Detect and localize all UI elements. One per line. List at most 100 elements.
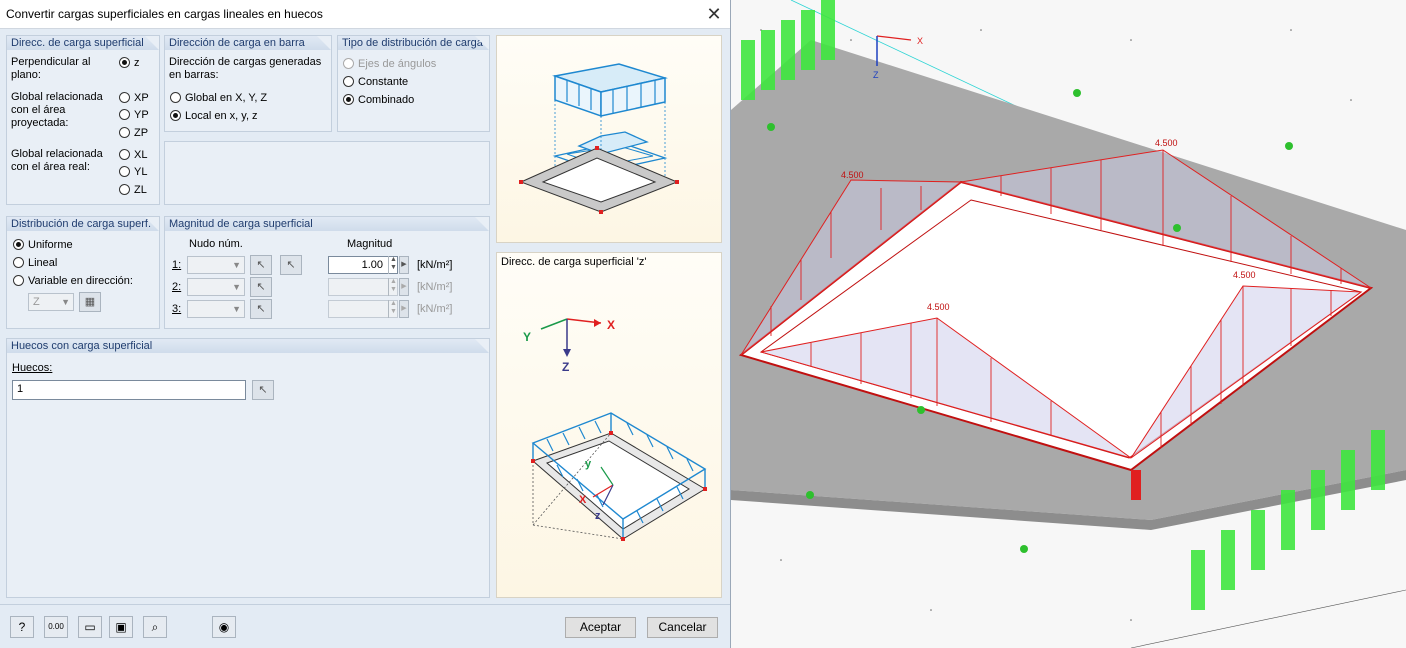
real-area-label: Global relacionada con el área real: bbox=[11, 148, 103, 173]
group-header: Magnitud de carga superficial bbox=[165, 217, 489, 231]
node-select-2[interactable]: ▼ bbox=[187, 278, 245, 296]
member-direction-group: Dirección de carga en barra Dirección de… bbox=[164, 35, 332, 132]
svg-text:z: z bbox=[595, 510, 601, 522]
radio-yp-label: YP bbox=[134, 109, 149, 121]
svg-text:y: y bbox=[585, 458, 592, 470]
node-select-1[interactable]: ▼ bbox=[187, 256, 245, 274]
pick-multiple-icon[interactable]: ↖ bbox=[280, 255, 302, 275]
radio-z-label: z bbox=[134, 57, 140, 69]
openings-group: Huecos con carga superficial Huecos: 1 ↖ bbox=[6, 338, 490, 598]
svg-text:Z: Z bbox=[562, 360, 569, 374]
perpendicular-label: Perpendicular al plano: bbox=[11, 56, 91, 81]
load-label: 4.500 bbox=[1233, 270, 1256, 280]
unit-label-3: [kN/m²] bbox=[417, 303, 453, 315]
open-folder-icon[interactable]: ▭ bbox=[78, 616, 102, 638]
radio-xl-label: XL bbox=[134, 149, 148, 161]
group-header: Dirección de carga en barra bbox=[165, 36, 331, 50]
search-table-icon[interactable]: ⌕ bbox=[143, 616, 167, 638]
direction-select[interactable]: Z ▼ bbox=[28, 293, 74, 311]
chevron-down-icon: ▼ bbox=[232, 304, 241, 314]
save-icon[interactable]: ▣ bbox=[109, 616, 133, 638]
radio-xp-label: XP bbox=[134, 92, 149, 104]
radio-zl-label: ZL bbox=[134, 184, 147, 196]
radio-global-xyz-label: Global en X, Y, Z bbox=[185, 92, 268, 104]
load-label: 4.500 bbox=[927, 302, 950, 312]
radio-linear-label: Lineal bbox=[28, 257, 58, 269]
node-column-header: Nudo núm. bbox=[189, 238, 243, 250]
radio-yp[interactable] bbox=[119, 109, 130, 120]
projected-label: Global relacionada con el área proyectad… bbox=[11, 91, 103, 129]
accept-button[interactable]: Aceptar bbox=[565, 617, 636, 638]
openings-label: Huecos: bbox=[12, 362, 53, 374]
radio-global-xyz[interactable] bbox=[170, 92, 181, 103]
radio-angle-axes-label: Ejes de ángulos bbox=[358, 58, 437, 70]
openings-input[interactable]: 1 bbox=[12, 380, 246, 400]
row-1-label: 1: bbox=[172, 259, 182, 271]
radio-variable-label: Variable en dirección: bbox=[28, 275, 133, 287]
row-3-label: 3: bbox=[172, 303, 182, 315]
unit-label-1: [kN/m²] bbox=[417, 259, 453, 271]
arrow-right-icon[interactable]: ▶ bbox=[399, 256, 409, 274]
radio-yl-label: YL bbox=[134, 166, 148, 178]
radio-linear[interactable] bbox=[13, 257, 24, 268]
load-label: 4.500 bbox=[1155, 138, 1178, 148]
radio-zl[interactable] bbox=[119, 184, 130, 195]
svg-text:Y: Y bbox=[523, 330, 531, 344]
radio-constant-label: Constante bbox=[358, 76, 409, 88]
preview-image-bottom: Direcc. de carga superficial 'z' X Y Z X… bbox=[496, 252, 722, 598]
pick-node-icon[interactable]: ↖ bbox=[250, 277, 272, 297]
node-select-3[interactable]: ▼ bbox=[187, 300, 245, 318]
preview-caption: Direcc. de carga superficial 'z' bbox=[501, 256, 647, 268]
preview-image-top bbox=[496, 35, 722, 243]
spin-stepper[interactable]: ▲ ▼ bbox=[388, 278, 398, 296]
empty-panel bbox=[164, 141, 490, 205]
chevron-down-icon: ▼ bbox=[232, 282, 241, 292]
spin-stepper[interactable]: ▲ ▼ bbox=[388, 300, 398, 318]
eye-icon[interactable]: ◉ bbox=[212, 616, 236, 638]
magnitude-group: Magnitud de carga superficial Nudo núm. … bbox=[164, 216, 490, 329]
radio-constant[interactable] bbox=[343, 76, 354, 87]
radio-z[interactable] bbox=[119, 57, 130, 68]
dialog-title: Convertir cargas superficiales en cargas… bbox=[6, 7, 323, 21]
radio-zp-label: ZP bbox=[134, 127, 149, 139]
svg-text:X: X bbox=[579, 494, 587, 506]
radio-variable[interactable] bbox=[13, 275, 24, 286]
arrow-right-icon[interactable]: ▶ bbox=[399, 300, 409, 318]
radio-uniform[interactable] bbox=[13, 239, 24, 250]
pick-node-icon[interactable]: ↖ bbox=[250, 255, 272, 275]
radio-xl[interactable] bbox=[119, 149, 130, 160]
group-header: Direcc. de carga superficial bbox=[7, 36, 159, 50]
row-2-label: 2: bbox=[172, 281, 182, 293]
close-button[interactable]: ✕ bbox=[700, 2, 728, 26]
radio-angle-axes[interactable] bbox=[343, 58, 354, 69]
radio-xp[interactable] bbox=[119, 92, 130, 103]
units-icon[interactable]: 0.00 bbox=[44, 616, 68, 638]
spin-stepper[interactable]: ▲ ▼ bbox=[388, 256, 398, 274]
distribution-type-group: Tipo de distribución de carga Ejes de án… bbox=[337, 35, 490, 132]
table-icon[interactable]: ▦ bbox=[79, 292, 101, 312]
pick-opening-icon[interactable]: ↖ bbox=[252, 380, 274, 400]
axis-z-label: Z bbox=[873, 70, 879, 80]
cancel-button[interactable]: Cancelar bbox=[647, 617, 718, 638]
surface-direction-group: Direcc. de carga superficial Perpendicul… bbox=[6, 35, 160, 205]
radio-uniform-label: Uniforme bbox=[28, 239, 73, 251]
model-viewport[interactable]: X Z 4.500 4.500 4.500 4.500 bbox=[731, 0, 1406, 648]
radio-local-xyz-label: Local en x, y, z bbox=[185, 110, 258, 122]
load-label: 4.500 bbox=[841, 170, 864, 180]
dialog-window: Convertir cargas superficiales en cargas… bbox=[0, 0, 731, 648]
axis-x-label: X bbox=[917, 36, 923, 46]
model-3d-view: X Z 4.500 4.500 4.500 4.500 bbox=[731, 0, 1406, 648]
radio-yl[interactable] bbox=[119, 166, 130, 177]
title-bar: Convertir cargas superficiales en cargas… bbox=[0, 0, 730, 29]
chevron-down-icon: ▼ bbox=[232, 260, 241, 270]
surface-distribution-group: Distribución de carga superf. Uniforme L… bbox=[6, 216, 160, 329]
radio-combined[interactable] bbox=[343, 94, 354, 105]
group-header: Tipo de distribución de carga bbox=[338, 36, 489, 50]
pick-node-icon[interactable]: ↖ bbox=[250, 299, 272, 319]
arrow-right-icon[interactable]: ▶ bbox=[399, 278, 409, 296]
help-icon[interactable]: ? bbox=[10, 616, 34, 638]
radio-local-xyz[interactable] bbox=[170, 110, 181, 121]
radio-combined-label: Combinado bbox=[358, 94, 415, 106]
radio-zp[interactable] bbox=[119, 127, 130, 138]
svg-text:X: X bbox=[607, 318, 615, 332]
